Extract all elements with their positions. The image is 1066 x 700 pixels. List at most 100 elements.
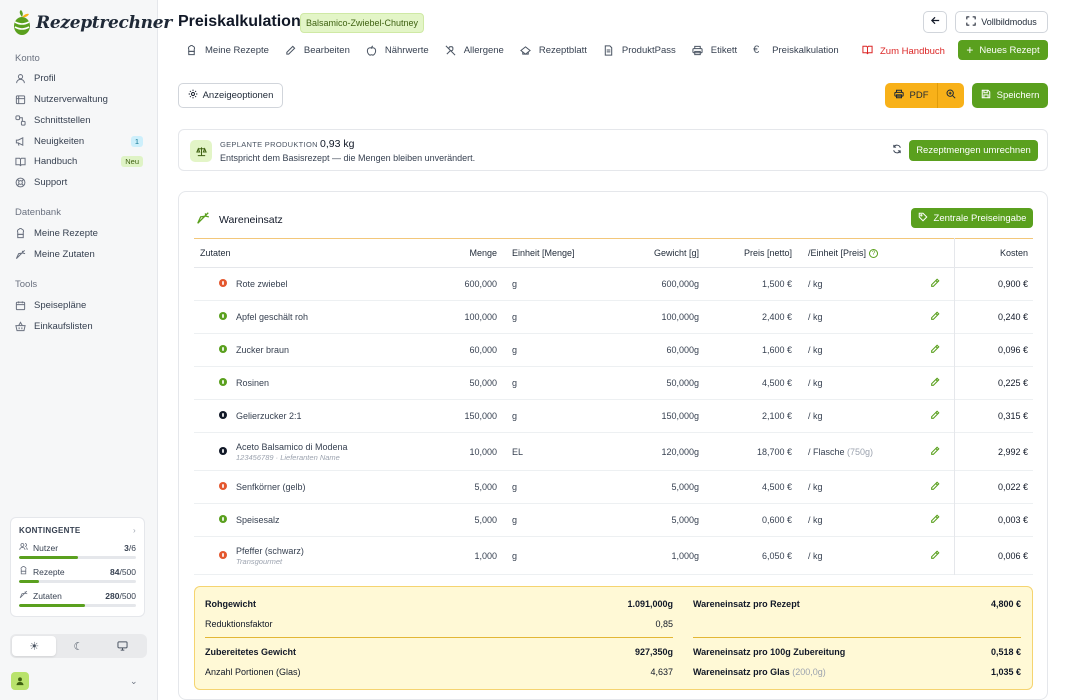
avatar[interactable]: [11, 672, 29, 690]
summary-value: 1.091,000g: [627, 599, 673, 609]
summary-reduktionsfaktor: Reduktionsfaktor 0,85: [205, 619, 673, 629]
tab-bearbeiten[interactable]: Bearbeiten: [285, 45, 350, 56]
table-row: Pfeffer (schwarz) Transgourmet 1,000 g 1,000…: [194, 536, 1033, 575]
ingredient-per-einheit: / kg: [792, 400, 917, 433]
carrot-icon: [19, 590, 28, 601]
edit-price-button[interactable]: [917, 399, 955, 433]
display-options-button[interactable]: Anzeigeoptionen: [178, 83, 283, 108]
nav-section-konto: Konto: [15, 53, 40, 64]
pdf-label: PDF: [909, 90, 929, 101]
ingredient-menge: 1,000: [474, 550, 497, 561]
ingredient-per-einheit: / kg: [792, 537, 917, 575]
tab-label: Meine Rezepte: [205, 44, 269, 56]
ingredient-name: Zucker braun: [236, 345, 290, 355]
save-button[interactable]: Speichern: [972, 83, 1048, 108]
ingredient-kosten: 0,225 €: [997, 378, 1028, 388]
summary-label: Wareneinsatz pro Rezept: [693, 599, 800, 609]
ingredient-kosten: 0,240 €: [997, 312, 1028, 322]
sidebar-item-nutzerverwaltung[interactable]: Nutzerverwaltung: [15, 90, 143, 108]
sidebar-item-neuigkeiten[interactable]: Neuigkeiten 1: [15, 132, 143, 150]
tab-allergene[interactable]: Allergene: [445, 45, 504, 56]
edit-price-button[interactable]: [917, 432, 955, 471]
brand-logo[interactable]: Rezeptrechner: [12, 10, 172, 36]
ingredient-supplier: 123456789 · Lieferanten Name: [236, 452, 340, 462]
ingredient-menge: 150,000: [464, 411, 497, 421]
sidebar-item-handbuch[interactable]: Handbuch Neu: [15, 152, 143, 170]
tab-label: ProduktPass: [621, 44, 676, 56]
edit-price-button[interactable]: [917, 536, 955, 575]
ingredient-kosten: 0,006 €: [997, 550, 1028, 561]
printer-icon: [893, 89, 904, 102]
ingredient-name-cell: Speisesalz: [236, 504, 411, 537]
ingredient-status-dot: [219, 482, 227, 490]
handbook-link[interactable]: Zum Handbuch: [862, 44, 945, 58]
monitor-icon[interactable]: [101, 636, 145, 656]
plus-icon: +: [966, 43, 974, 57]
apple-icon: [366, 44, 377, 56]
sidebar-item-meine-zutaten[interactable]: Meine Zutaten: [15, 245, 143, 263]
pencil-icon: [930, 410, 940, 422]
ingredient-status-cell: [194, 367, 236, 400]
sidebar-item-support[interactable]: Support: [15, 173, 143, 191]
central-price-label: Zentrale Preiseingabe: [933, 212, 1027, 224]
ingredient-menge: 50,000: [469, 378, 497, 388]
new-badge: Neu: [121, 155, 143, 167]
edit-price-button[interactable]: [917, 300, 955, 334]
sidebar-item-meine-rezepte[interactable]: Meine Rezepte: [15, 224, 143, 242]
ingredient-preis: 18,700 €: [756, 446, 792, 457]
summary-label: Zubereitetes Gewicht: [205, 647, 297, 657]
pencil-icon: [930, 445, 940, 458]
table-row: Aceto Balsamico di Modena 123456789 · Lie…: [194, 432, 1033, 471]
sidebar-item-schnittstellen[interactable]: Schnittstellen: [15, 111, 143, 129]
chevron-down-icon[interactable]: ⌄: [130, 676, 138, 687]
edit-price-button[interactable]: [917, 470, 955, 504]
quota-row-zutaten: Zutaten 280/500: [19, 590, 136, 607]
summary-label: Rohgewicht: [205, 599, 256, 609]
ingredient-per-einheit: / kg: [792, 301, 917, 334]
quota-card[interactable]: KONTINGENTE › Nutzer 3/6 Rezepte 84/500 …: [10, 517, 145, 617]
tab-naehrwerte[interactable]: Nährwerte: [366, 45, 429, 56]
sidebar-item-einkaufslisten[interactable]: Einkaufslisten: [15, 317, 143, 335]
pencil-icon: [930, 377, 940, 389]
convert-recipe-button[interactable]: Rezeptmengen umrechnen: [909, 140, 1038, 161]
tab-label: Bearbeiten: [303, 44, 350, 56]
edit-price-button[interactable]: [917, 366, 955, 400]
sun-icon[interactable]: ☀: [12, 636, 57, 656]
ingredient-kosten: 0,022 €: [997, 482, 1028, 492]
ingredient-per-einheit: / kg: [792, 471, 917, 504]
fullscreen-button[interactable]: Vollbildmodus: [955, 11, 1048, 33]
tab-preiskalkulation[interactable]: € Preiskalkulation: [753, 44, 839, 56]
page-title: Preiskalkulation: [178, 13, 301, 30]
sidebar-item-speiseplaene[interactable]: Speisepläne: [15, 296, 143, 314]
sidebar-item-profil[interactable]: Profil: [15, 69, 143, 87]
ingredient-status-cell: [194, 504, 236, 537]
central-price-button[interactable]: Zentrale Preiseingabe: [911, 208, 1033, 228]
user-icon: [15, 73, 26, 84]
tab-meine-rezepte[interactable]: Meine Rezepte: [186, 45, 269, 56]
moon-icon[interactable]: ☾: [56, 636, 100, 656]
tab-produktpass[interactable]: ProduktPass: [603, 45, 676, 56]
summary-anzahl-portionen: Anzahl Portionen (Glas) 4,637: [205, 667, 673, 677]
ingredient-einheit: g: [512, 312, 518, 322]
ingredient-status-dot: [219, 515, 227, 523]
ingredient-preis: 2,100 €: [761, 411, 792, 421]
edit-price-button[interactable]: [917, 267, 955, 301]
tab-rezeptblatt[interactable]: Rezeptblatt: [519, 45, 587, 56]
edit-price-button[interactable]: [917, 333, 955, 367]
ingredient-name-cell: Zucker braun: [236, 334, 411, 367]
ingredient-per-unit: / kg: [808, 279, 823, 289]
refresh-icon[interactable]: [892, 144, 902, 157]
new-recipe-button[interactable]: + Neues Rezept: [958, 40, 1048, 60]
column-header-zutaten: Zutaten: [200, 248, 231, 258]
help-icon[interactable]: ?: [869, 249, 879, 259]
pdf-preview-button[interactable]: [938, 83, 964, 108]
wheat-off-icon: [445, 45, 456, 56]
ingredient-gewicht: 5,000g: [671, 482, 699, 492]
tab-etikett[interactable]: Etikett: [692, 45, 737, 56]
edit-price-button[interactable]: [917, 503, 955, 537]
users-icon: [15, 94, 26, 105]
pencil-icon: [930, 514, 940, 526]
back-button[interactable]: [923, 11, 947, 33]
carrot-icon: [15, 249, 26, 260]
pdf-button[interactable]: PDF: [885, 83, 938, 108]
